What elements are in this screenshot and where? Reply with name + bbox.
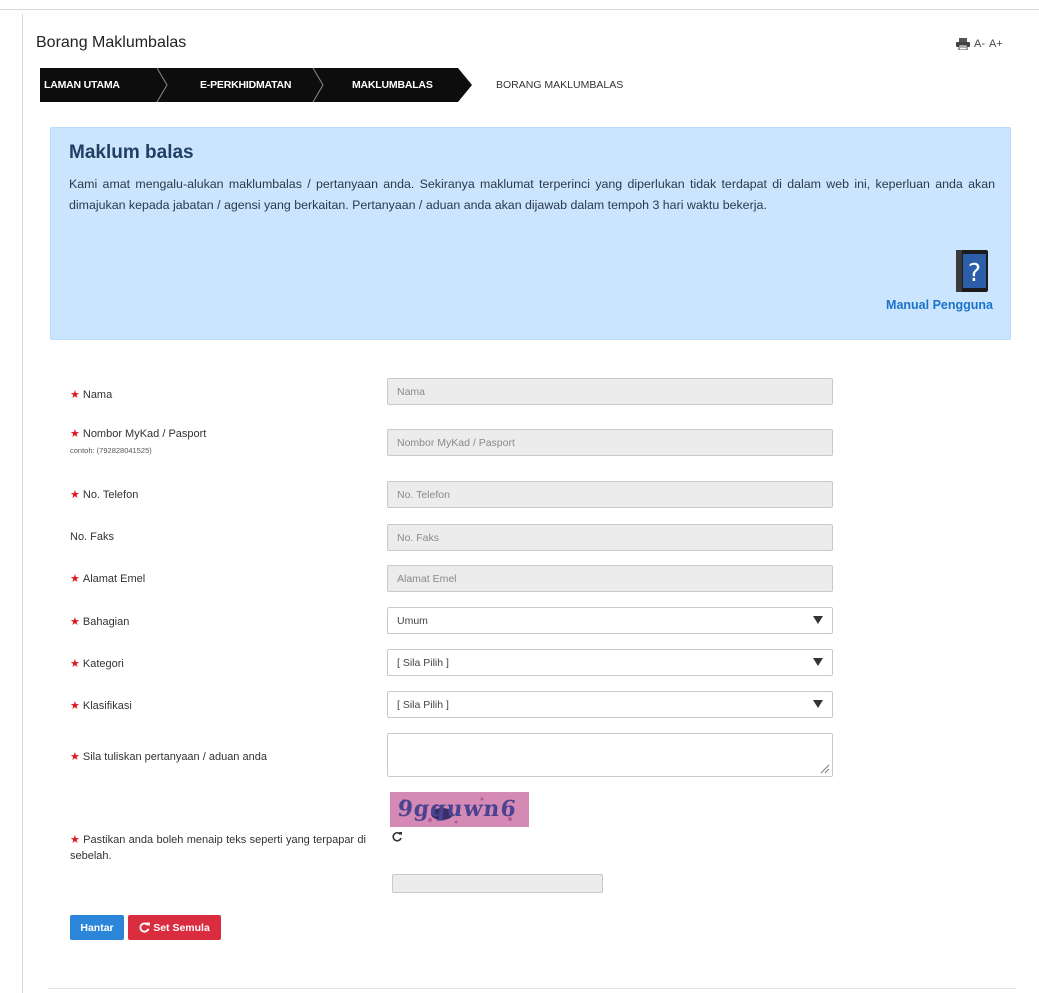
faks-input[interactable] — [387, 524, 833, 551]
bottom-divider — [48, 988, 1016, 989]
bahagian-value: Umum — [397, 614, 428, 627]
mykad-label: ★ Nombor MyKad / Pasport — [70, 427, 206, 440]
bahagian-select[interactable]: Umum — [387, 607, 833, 634]
set-semula-label: Set Semula — [153, 921, 210, 934]
breadcrumb: LAMAN UTAMA E-PERKHIDMATAN MAKLUMBALAS B… — [40, 68, 623, 102]
breadcrumb-item-e-perkhidmatan[interactable]: E-PERKHIDMATAN — [162, 68, 324, 102]
left-divider — [22, 14, 23, 993]
required-icon: ★ — [70, 751, 80, 763]
page-title: Borang Maklumbalas — [36, 34, 187, 51]
dropdown-arrow-icon — [813, 658, 823, 666]
refresh-icon — [139, 922, 151, 933]
required-icon: ★ — [70, 389, 80, 401]
chevron-right-icon — [312, 68, 324, 102]
dropdown-arrow-icon — [813, 616, 823, 624]
info-panel: Maklum balas Kami amat mengalu-alukan ma… — [50, 127, 1011, 340]
font-increase-button[interactable]: A+ — [989, 38, 1003, 50]
captcha-label: ★ Pastikan anda boleh menaip teks seperti… — [70, 832, 366, 864]
required-icon: ★ — [70, 658, 80, 670]
manual-pengguna-link[interactable]: Manual Pengguna — [886, 298, 993, 312]
required-icon: ★ — [70, 489, 80, 501]
required-icon: ★ — [70, 573, 80, 585]
refresh-captcha-icon[interactable] — [391, 831, 403, 843]
klasifikasi-value: [ Sila Pilih ] — [397, 698, 449, 711]
print-icon[interactable] — [956, 38, 970, 50]
emel-label-text: Alamat Emel — [82, 573, 146, 585]
page-tools: A- A+ — [956, 38, 1003, 50]
nama-input[interactable] — [387, 378, 833, 405]
hantar-button[interactable]: Hantar — [70, 915, 124, 940]
klasifikasi-label-text: Klasifikasi — [82, 700, 132, 712]
klasifikasi-select[interactable]: [ Sila Pilih ] — [387, 691, 833, 718]
kategori-label-text: Kategori — [82, 658, 124, 670]
faks-label: No. Faks — [70, 531, 114, 543]
bahagian-label: ★ Bahagian — [70, 615, 129, 628]
nama-label: ★ Nama — [70, 388, 112, 401]
pertanyaan-label-text: Sila tuliskan pertanyaan / aduan anda — [82, 751, 267, 763]
dropdown-arrow-icon — [813, 700, 823, 708]
bahagian-label-text: Bahagian — [82, 616, 130, 628]
telefon-input[interactable] — [387, 481, 833, 508]
required-icon: ★ — [70, 834, 81, 846]
set-semula-button[interactable]: Set Semula — [128, 915, 221, 940]
svg-text:?: ? — [968, 258, 981, 287]
pertanyaan-label: ★ Sila tuliskan pertanyaan / aduan anda — [70, 750, 267, 763]
nama-label-text: Nama — [82, 389, 113, 401]
emel-label: ★ Alamat Emel — [70, 572, 145, 585]
font-decrease-button[interactable]: A- — [974, 38, 985, 50]
required-icon: ★ — [70, 700, 80, 712]
mykad-input[interactable] — [387, 429, 833, 456]
info-heading: Maklum balas — [69, 142, 194, 163]
captcha-input[interactable] — [392, 874, 603, 893]
required-icon: ★ — [70, 428, 80, 440]
breadcrumb-item-laman-utama[interactable]: LAMAN UTAMA — [40, 68, 168, 102]
hantar-label: Hantar — [80, 921, 114, 934]
breadcrumb-item-maklumbalas[interactable]: MAKLUMBALAS — [318, 68, 472, 102]
emel-input[interactable] — [387, 565, 833, 592]
kategori-label: ★ Kategori — [70, 657, 124, 670]
info-text: Kami amat mengalu-alukan maklumbalas / p… — [69, 177, 995, 212]
kategori-value: [ Sila Pilih ] — [397, 656, 449, 669]
klasifikasi-label: ★ Klasifikasi — [70, 699, 132, 712]
captcha-text: 9gquwn6 — [396, 796, 518, 822]
mykad-label-text: Nombor MyKad / Pasport — [82, 428, 207, 440]
help-book-icon[interactable]: ? — [954, 250, 990, 292]
breadcrumb-label: MAKLUMBALAS — [352, 79, 433, 91]
captcha-image: 9gquwn6 — [390, 792, 529, 827]
kategori-select[interactable]: [ Sila Pilih ] — [387, 649, 833, 676]
breadcrumb-label: E-PERKHIDMATAN — [200, 79, 292, 91]
telefon-label: ★ No. Telefon — [70, 488, 138, 501]
breadcrumb-item-current: BORANG MAKLUMBALAS — [496, 79, 624, 91]
chevron-right-icon — [156, 68, 168, 102]
pertanyaan-textarea[interactable] — [387, 733, 833, 777]
faks-label-text: No. Faks — [70, 531, 115, 543]
required-icon: ★ — [70, 616, 80, 628]
mykad-hint: contoh: (792828041525) — [70, 446, 152, 455]
top-divider — [0, 9, 1039, 10]
telefon-label-text: No. Telefon — [82, 489, 139, 501]
captcha-label-text: Pastikan anda boleh menaip teks seperti … — [70, 834, 366, 862]
breadcrumb-label: LAMAN UTAMA — [44, 79, 120, 91]
